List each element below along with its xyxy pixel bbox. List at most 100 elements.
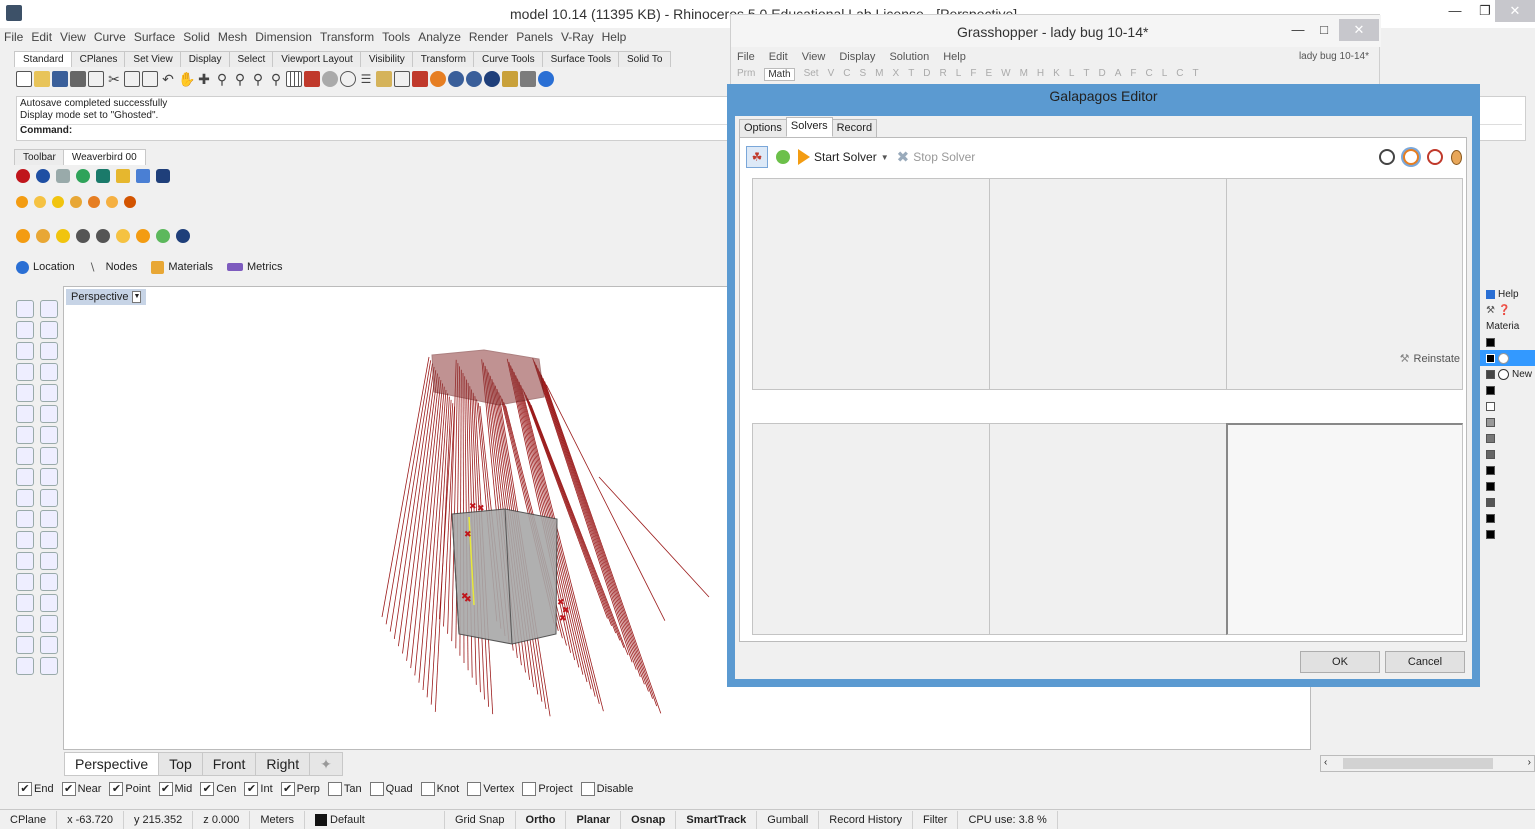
paste-icon[interactable] [142,71,158,87]
osnap-quad[interactable]: Quad [369,782,413,796]
osnap-cen[interactable]: ✔ Cen [200,782,236,796]
sun-icon[interactable] [16,196,28,208]
point-icon[interactable] [40,300,58,318]
zoom-extents-icon[interactable]: ⚲ [250,71,266,87]
subdivide-icon[interactable] [96,169,110,183]
gh-maximize-icon[interactable]: □ [1309,19,1339,41]
light-lister-icon[interactable] [116,229,130,243]
layer-color-swatch[interactable] [1486,529,1495,539]
solver-settings-icon[interactable]: ☘ [746,146,768,168]
layer-row[interactable] [1480,478,1535,494]
new-file-icon[interactable] [16,71,32,87]
layer-row[interactable] [1480,334,1535,350]
save-icon[interactable] [52,71,68,87]
ok-button[interactable]: OK [1300,651,1380,673]
render-preview-icon[interactable] [340,71,356,87]
layer-row[interactable] [1480,382,1535,398]
gh-tab-e[interactable]: E [985,68,992,81]
weaverbird-icon[interactable] [76,169,90,183]
rotate-icon[interactable] [40,531,58,549]
window-icon[interactable] [156,169,170,183]
menu-panels[interactable]: Panels [516,28,553,46]
gh-menu-view[interactable]: View [802,51,826,63]
gh-tab-set[interactable]: Set [804,68,819,81]
gh-tab-f[interactable]: F [970,68,976,81]
osnap-knot[interactable]: Knot [420,782,459,796]
chevron-down-icon[interactable]: ▼ [881,153,889,162]
layer-color-swatch[interactable] [1486,513,1495,523]
menu-solid[interactable]: Solid [183,28,210,46]
add-tab-icon[interactable]: ✦ [309,752,343,776]
cplane-label[interactable]: CPlane [0,810,58,829]
layer-row-selected[interactable] [1480,350,1535,366]
car-icon[interactable] [304,71,320,87]
import-icon[interactable] [88,71,104,87]
planar-toggle[interactable]: Planar [566,810,622,829]
group-icon[interactable] [16,510,34,528]
gh-tab-t[interactable]: T [1083,68,1089,81]
osnap-toggle[interactable]: Osnap [621,810,677,829]
osnap-int[interactable]: ✔ Int [244,782,273,796]
checkbox-checked-icon[interactable]: ✔ [18,782,32,796]
menu-dimension[interactable]: Dimension [255,28,312,46]
layers-icon[interactable] [412,71,428,87]
gh-tab-m[interactable]: M [1020,68,1028,81]
text-icon[interactable] [16,552,34,570]
arc-icon[interactable] [40,342,58,360]
zoom-window-icon[interactable]: ⚲ [232,71,248,87]
layer-color-swatch[interactable] [1486,465,1495,475]
tab-select[interactable]: Select [228,51,275,67]
gh-tab-l[interactable]: L [1162,68,1168,81]
tab-front[interactable]: Front [201,752,257,776]
gh-tab-a[interactable]: A [1115,68,1122,81]
layer-row[interactable] [1480,494,1535,510]
layer-row[interactable] [1480,414,1535,430]
zoom-icon[interactable]: ⚲ [214,71,230,87]
checkbox-checked-icon[interactable]: ✔ [280,782,295,796]
directional-light-icon[interactable] [88,196,100,208]
tab-standard[interactable]: Standard [14,51,73,67]
array-icon[interactable] [16,615,34,633]
viewport-title[interactable]: Perspective ▼ [66,289,147,305]
copy-icon[interactable] [124,71,140,87]
layer-row[interactable] [1480,510,1535,526]
gh-menu-solution[interactable]: Solution [889,51,929,63]
current-layer[interactable]: Default [305,810,445,829]
sphere-solid-icon[interactable] [40,426,58,444]
grasshopper-document-name[interactable]: lady bug 10-14* [1299,51,1369,62]
options-editor-icon[interactable] [36,229,50,243]
osnap-project[interactable]: Project [522,782,573,796]
zoom-selected-icon[interactable]: ⚲ [268,71,284,87]
stop-solver-button[interactable]: ✖ Stop Solver [897,148,976,166]
check-icon[interactable] [16,636,34,654]
layer-tool-icon[interactable] [40,573,58,591]
location-button[interactable]: Location [16,260,75,274]
trim-icon[interactable] [16,489,34,507]
sun-plane-icon[interactable] [34,196,46,208]
osnap-vertex[interactable]: Vertex [467,782,514,796]
checkbox-empty-icon[interactable] [369,782,384,796]
gh-menu-display[interactable]: Display [839,51,875,63]
checkbox-empty-icon[interactable] [580,782,595,796]
globe-render-icon[interactable] [484,71,500,87]
start-solver-button[interactable]: Start Solver ▼ [798,149,889,165]
panel-scrollbar[interactable]: ‹ › [1320,755,1535,772]
osnap-end[interactable]: ✔ End [18,782,54,796]
render-rt-icon[interactable] [96,229,110,243]
osnap-tan[interactable]: Tan [327,782,362,796]
layer-row[interactable] [1480,526,1535,542]
tab-set-view[interactable]: Set View [124,51,182,67]
gh-menu-help[interactable]: Help [943,51,966,63]
tab-weaverbird[interactable]: Weaverbird 00 [62,149,146,165]
cancel-button[interactable]: Cancel [1385,651,1465,673]
cut-icon[interactable]: ✂ [106,71,122,87]
osnap-mid[interactable]: ✔ Mid [158,782,192,796]
select-arrow-icon[interactable] [16,300,34,318]
scroll-thumb[interactable] [1343,758,1493,769]
point-light-icon[interactable] [106,196,118,208]
material-ball-icon[interactable] [448,71,464,87]
gh-tab-m[interactable]: M [875,68,883,81]
menu-help[interactable]: Help [602,28,627,46]
checkbox-checked-icon[interactable]: ✔ [158,782,173,796]
layer-row[interactable] [1480,430,1535,446]
